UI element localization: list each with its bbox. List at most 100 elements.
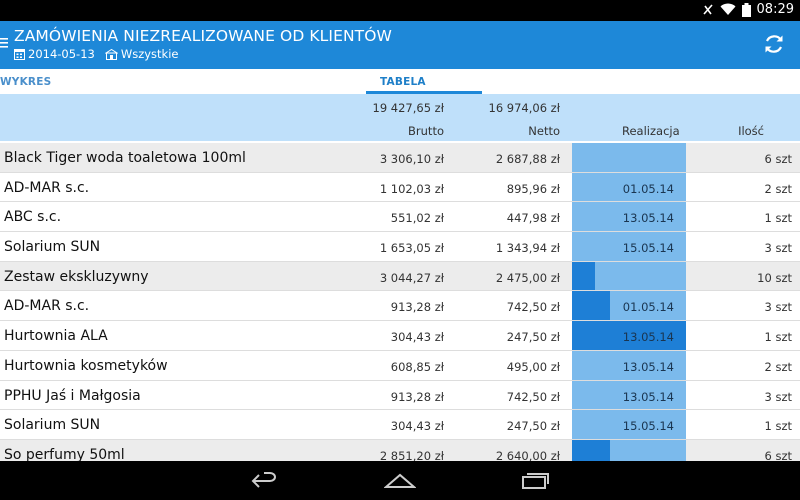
row-brutto: 913,28 zł bbox=[390, 389, 444, 404]
row-name: So perfumy 50ml bbox=[4, 446, 125, 461]
row-name: AD-MAR s.c. bbox=[4, 179, 90, 196]
realization-bar bbox=[572, 261, 686, 291]
row-brutto: 608,85 zł bbox=[390, 359, 444, 374]
battery-icon bbox=[741, 2, 751, 17]
row-brutto: 1 102,03 zł bbox=[379, 181, 444, 196]
home-icon bbox=[384, 473, 416, 488]
row-name: AD-MAR s.c. bbox=[4, 298, 90, 315]
table-row[interactable]: AD-MAR s.c. 913,28 zł 742,50 zł 01.05.14… bbox=[0, 291, 800, 322]
column-header-brutto[interactable]: Brutto bbox=[408, 124, 444, 138]
table-row[interactable]: Solarium SUN 304,43 zł 247,50 zł 15.05.1… bbox=[0, 410, 800, 440]
realization-fill bbox=[572, 261, 595, 291]
row-netto: 742,50 zł bbox=[506, 300, 560, 315]
refresh-icon[interactable] bbox=[762, 32, 786, 56]
status-time: 08:29 bbox=[756, 2, 794, 17]
back-button[interactable] bbox=[248, 471, 282, 491]
row-name: PPHU Jaś i Małgosia bbox=[4, 387, 141, 404]
table-row[interactable]: Hurtownia kosmetyków 608,85 zł 495,00 zł… bbox=[0, 350, 800, 381]
realization-fill bbox=[572, 439, 610, 461]
table-row[interactable]: PPHU Jaś i Małgosia 913,28 zł 742,50 zł … bbox=[0, 380, 800, 411]
realization-date: 01.05.14 bbox=[622, 181, 674, 196]
navigation-bar bbox=[0, 461, 800, 500]
tab-wykres[interactable]: WYKRES bbox=[0, 76, 51, 88]
realization-bar: 13.05.14 bbox=[572, 350, 686, 380]
netto-total: 16 974,06 zł bbox=[488, 101, 561, 115]
row-name: ABC s.c. bbox=[4, 209, 62, 226]
realization-bar: 13.05.14 bbox=[572, 380, 686, 410]
realization-bar bbox=[572, 439, 686, 461]
realization-bar: 13.05.14 bbox=[572, 321, 686, 350]
row-quantity: 1 szt bbox=[764, 330, 792, 345]
realization-date: 13.05.14 bbox=[622, 389, 674, 404]
row-brutto: 551,02 zł bbox=[390, 211, 444, 226]
table-row[interactable]: So perfumy 50ml 2 851,20 zł 2 640,00 zł … bbox=[0, 439, 800, 461]
row-netto: 2 687,88 zł bbox=[495, 152, 560, 166]
realization-date: 13.05.14 bbox=[622, 211, 674, 226]
row-quantity: 6 szt bbox=[764, 448, 792, 461]
row-quantity: 2 szt bbox=[764, 359, 792, 374]
calendar-icon bbox=[14, 48, 25, 60]
row-quantity: 10 szt bbox=[757, 270, 792, 285]
tab-tabela[interactable]: TABELA bbox=[380, 76, 426, 88]
notification-icon bbox=[702, 4, 713, 15]
row-netto: 742,50 zł bbox=[506, 389, 560, 404]
row-brutto: 2 851,20 zł bbox=[379, 448, 444, 461]
table-row[interactable]: ABC s.c. 551,02 zł 447,98 zł 13.05.14 1 … bbox=[0, 202, 800, 233]
row-quantity: 6 szt bbox=[764, 152, 792, 166]
store-icon bbox=[104, 48, 118, 60]
row-quantity: 3 szt bbox=[764, 241, 792, 256]
row-quantity: 1 szt bbox=[764, 211, 792, 226]
table-row[interactable]: Zestaw ekskluzywny 3 044,27 zł 2 475,00 … bbox=[0, 261, 800, 292]
row-netto: 247,50 zł bbox=[506, 419, 560, 434]
row-brutto: 304,43 zł bbox=[390, 330, 444, 345]
row-quantity: 1 szt bbox=[764, 419, 792, 434]
realization-date: 13.05.14 bbox=[622, 330, 674, 345]
menu-icon[interactable] bbox=[0, 36, 8, 50]
filter-store: Wszystkie bbox=[120, 47, 179, 61]
row-netto: 895,96 zł bbox=[506, 181, 560, 196]
recent-apps-icon bbox=[522, 473, 549, 489]
row-netto: 1 343,94 zł bbox=[495, 241, 560, 256]
realization-date: 15.05.14 bbox=[622, 241, 674, 256]
realization-bar: 13.05.14 bbox=[572, 202, 686, 232]
realization-bar: 01.05.14 bbox=[572, 291, 686, 321]
back-icon bbox=[251, 472, 276, 488]
realization-bar: 01.05.14 bbox=[572, 172, 686, 202]
row-quantity: 2 szt bbox=[764, 181, 792, 196]
table-row[interactable]: AD-MAR s.c. 1 102,03 zł 895,96 zł 01.05.… bbox=[0, 172, 800, 203]
row-brutto: 3 306,10 zł bbox=[379, 152, 444, 166]
row-netto: 247,50 zł bbox=[506, 330, 560, 345]
action-bar: ZAMÓWIENIA NIEZREALIZOWANE OD KLIENTÓW 2… bbox=[0, 21, 800, 69]
tab-bar: WYKRES TABELA bbox=[0, 69, 800, 94]
table-header: 19 427,65 zł 16 974,06 zł Brutto Netto R… bbox=[0, 94, 800, 141]
row-quantity: 3 szt bbox=[764, 300, 792, 315]
row-name: Black Tiger woda toaletowa 100ml bbox=[4, 150, 246, 166]
wifi-icon bbox=[720, 3, 736, 15]
filter-date[interactable]: 2014-05-13 bbox=[28, 47, 95, 61]
column-header-netto[interactable]: Netto bbox=[528, 124, 560, 138]
row-quantity: 3 szt bbox=[764, 389, 792, 404]
realization-date: 01.05.14 bbox=[622, 300, 674, 315]
table-row[interactable]: Solarium SUN 1 653,05 zł 1 343,94 zł 15.… bbox=[0, 232, 800, 262]
row-netto: 447,98 zł bbox=[506, 211, 560, 226]
row-brutto: 1 653,05 zł bbox=[379, 241, 444, 256]
realization-date: 15.05.14 bbox=[622, 419, 674, 434]
orders-table[interactable]: Black Tiger woda toaletowa 100ml 3 306,1… bbox=[0, 143, 800, 461]
status-icons: 08:29 bbox=[702, 2, 794, 17]
realization-fill bbox=[572, 291, 610, 321]
column-header-ilosc[interactable]: Ilość bbox=[738, 124, 764, 138]
recent-apps-button[interactable] bbox=[518, 471, 552, 491]
row-name: Hurtownia kosmetyków bbox=[4, 357, 168, 374]
page-title: ZAMÓWIENIA NIEZREALIZOWANE OD KLIENTÓW bbox=[14, 27, 392, 45]
home-button[interactable] bbox=[383, 471, 417, 491]
row-name: Solarium SUN bbox=[4, 239, 101, 256]
column-header-realizacja[interactable]: Realizacja bbox=[622, 124, 680, 138]
row-name: Hurtownia ALA bbox=[4, 328, 108, 345]
table-row[interactable]: Black Tiger woda toaletowa 100ml 3 306,1… bbox=[0, 143, 800, 173]
table-row[interactable]: Hurtownia ALA 304,43 zł 247,50 zł 13.05.… bbox=[0, 321, 800, 351]
row-brutto: 3 044,27 zł bbox=[379, 270, 444, 285]
brutto-total: 19 427,65 zł bbox=[372, 101, 445, 115]
row-netto: 495,00 zł bbox=[506, 359, 560, 374]
realization-date: 13.05.14 bbox=[622, 359, 674, 374]
store-filter[interactable]: Wszystkie bbox=[104, 47, 179, 61]
